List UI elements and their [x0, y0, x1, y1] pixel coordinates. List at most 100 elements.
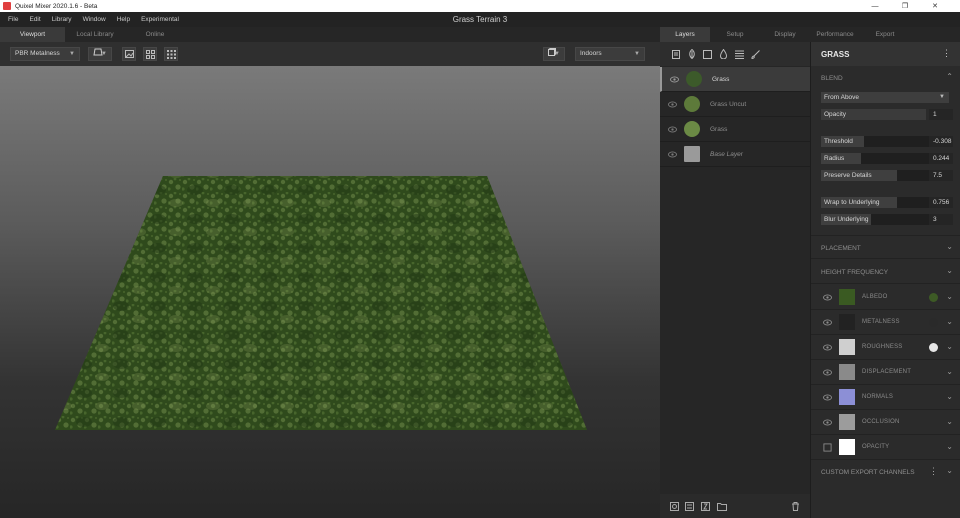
- blur-underlying-value[interactable]: 3: [929, 214, 953, 225]
- channel-row-roughness[interactable]: ROUGHNESS ⌄: [811, 335, 960, 360]
- split-view-button[interactable]: [143, 47, 157, 61]
- channel-row-opacity[interactable]: OPACITY ⌄: [811, 435, 960, 460]
- layer-row-grass-2[interactable]: Grass: [660, 117, 810, 142]
- eye-icon[interactable]: [668, 100, 677, 109]
- blend-section-header[interactable]: BLEND ⌃: [811, 66, 960, 90]
- app-title: Quixel Mixer 2020.1.6 - Beta: [15, 2, 98, 10]
- opacity-field[interactable]: Opacity: [821, 109, 926, 120]
- channel-color-swatch[interactable]: [929, 293, 938, 302]
- tab-performance[interactable]: Performance: [810, 27, 860, 42]
- add-layer-button[interactable]: [670, 49, 681, 60]
- environment-dropdown[interactable]: Indoors ▼: [575, 47, 645, 61]
- tab-local-library[interactable]: Local Library: [65, 27, 125, 42]
- chevron-down-icon[interactable]: ⌄: [946, 367, 953, 376]
- eye-icon[interactable]: [823, 343, 832, 352]
- chevron-down-icon[interactable]: ⌄: [946, 417, 953, 426]
- add-smart-material-button[interactable]: [701, 502, 710, 511]
- height-frequency-section-header[interactable]: HEIGHT FREQUENCY ⌄: [811, 260, 960, 284]
- layer-thumbnail: [686, 71, 702, 87]
- 3d-viewport[interactable]: [0, 66, 660, 518]
- chevron-up-icon: ⌃: [946, 72, 953, 81]
- quixel-logo-icon: [3, 2, 11, 10]
- camera-shape-dropdown[interactable]: ▼: [88, 47, 112, 61]
- eye-icon[interactable]: [823, 293, 832, 302]
- channel-thumbnail: [839, 439, 855, 455]
- radius-slider[interactable]: Radius: [821, 153, 933, 164]
- trash-icon[interactable]: [791, 502, 800, 511]
- add-group-button[interactable]: [734, 49, 745, 60]
- menu-library[interactable]: Library: [44, 16, 72, 23]
- menu-edit[interactable]: Edit: [21, 16, 40, 23]
- chevron-down-icon[interactable]: ⌄: [946, 317, 953, 326]
- checkbox-icon[interactable]: [823, 443, 832, 452]
- threshold-slider[interactable]: Threshold: [821, 136, 933, 147]
- close-button[interactable]: ✕: [920, 0, 950, 12]
- chevron-down-icon[interactable]: ⌄: [946, 392, 953, 401]
- eye-icon[interactable]: [668, 125, 677, 134]
- channel-row-normals[interactable]: NORMALS ⌄: [811, 385, 960, 410]
- preserve-details-value[interactable]: 7.5: [929, 170, 953, 181]
- more-options-icon[interactable]: ⋮: [942, 48, 951, 59]
- menu-file[interactable]: File: [0, 16, 18, 23]
- leaf-icon: [688, 49, 695, 59]
- add-paint-button[interactable]: [718, 49, 729, 60]
- view-cube-dropdown[interactable]: ▼: [543, 47, 565, 61]
- maximize-button[interactable]: ❐: [890, 0, 920, 12]
- environment-value: Indoors: [580, 50, 602, 57]
- slider-label: Blur Underlying: [824, 216, 869, 223]
- tab-viewport[interactable]: Viewport: [0, 27, 65, 42]
- add-solid-button[interactable]: [702, 49, 713, 60]
- radius-value[interactable]: 0.244: [929, 153, 953, 164]
- placement-section-header[interactable]: PLACEMENT ⌄: [811, 235, 960, 259]
- tab-layers[interactable]: Layers: [660, 27, 710, 42]
- layer-name: Grass: [712, 75, 730, 83]
- channel-color-swatch[interactable]: [929, 318, 938, 327]
- blur-underlying-slider[interactable]: Blur Underlying: [821, 214, 933, 225]
- blend-mode-dropdown[interactable]: From Above ▼: [821, 92, 949, 103]
- channel-row-metalness[interactable]: METALNESS ⌄: [811, 310, 960, 335]
- channel-thumbnail: [839, 389, 855, 405]
- tab-export[interactable]: Export: [860, 27, 910, 42]
- layer-row-grass[interactable]: Grass: [660, 67, 810, 92]
- channel-color-swatch[interactable]: [929, 343, 938, 352]
- preserve-details-slider[interactable]: Preserve Details: [821, 170, 933, 181]
- tab-setup[interactable]: Setup: [710, 27, 760, 42]
- wrap-to-underlying-slider[interactable]: Wrap to Underlying: [821, 197, 933, 208]
- stack-icon: [735, 50, 744, 59]
- channel-row-displacement[interactable]: DISPLACEMENT ⌄: [811, 360, 960, 385]
- opacity-value[interactable]: 1: [929, 109, 953, 120]
- tile-view-button[interactable]: [164, 47, 178, 61]
- add-mask-button[interactable]: [670, 502, 679, 511]
- chevron-down-icon[interactable]: ⌄: [946, 292, 953, 301]
- channel-name: NORMALS: [862, 394, 894, 400]
- brush-button[interactable]: [750, 49, 761, 60]
- minimize-button[interactable]: —: [860, 0, 890, 12]
- custom-export-channels-header[interactable]: CUSTOM EXPORT CHANNELS ⋮ ⌄: [811, 460, 960, 484]
- add-modifier-button[interactable]: [685, 502, 694, 511]
- render-mode-dropdown[interactable]: PBR Metalness ▼: [10, 47, 80, 61]
- layer-row-grass-uncut[interactable]: Grass Uncut: [660, 92, 810, 117]
- tab-display[interactable]: Display: [760, 27, 810, 42]
- layer-row-base-layer[interactable]: Base Layer: [660, 142, 810, 167]
- chevron-down-icon[interactable]: ⌄: [946, 342, 953, 351]
- chevron-down-icon[interactable]: ⌄: [946, 442, 953, 451]
- eye-icon[interactable]: [823, 418, 832, 427]
- channel-row-albedo[interactable]: ALBEDO ⌄: [811, 285, 960, 310]
- menu-help[interactable]: Help: [109, 16, 130, 23]
- add-surface-button[interactable]: [686, 49, 697, 60]
- folder-icon[interactable]: [717, 502, 727, 511]
- menu-experimental[interactable]: Experimental: [133, 16, 179, 23]
- eye-icon[interactable]: [670, 75, 679, 84]
- image-view-button[interactable]: [122, 47, 136, 61]
- eye-icon[interactable]: [823, 368, 832, 377]
- threshold-value[interactable]: -0.308: [929, 136, 953, 147]
- menu-window[interactable]: Window: [75, 16, 106, 23]
- wrap-to-underlying-value[interactable]: 0.756: [929, 197, 953, 208]
- eye-icon[interactable]: [668, 150, 677, 159]
- eye-icon[interactable]: [823, 393, 832, 402]
- eye-icon[interactable]: [823, 318, 832, 327]
- opacity-label: Opacity: [824, 111, 847, 118]
- tab-online[interactable]: Online: [125, 27, 185, 42]
- more-options-icon[interactable]: ⋮: [929, 466, 938, 477]
- channel-row-occlusion[interactable]: OCCLUSION ⌄: [811, 410, 960, 435]
